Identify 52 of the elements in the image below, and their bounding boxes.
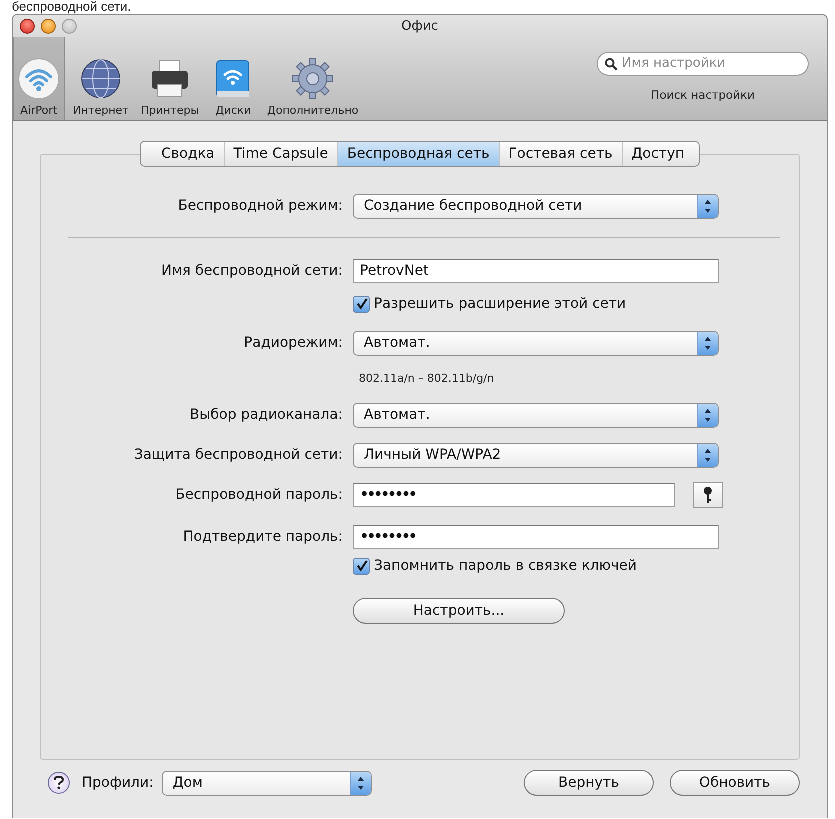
field-label: Имя беспроводной сети: [160,263,343,279]
checkbox[interactable] [353,296,370,312]
caption-text: беспроводной сети. [11,0,132,14]
stepper-icon [697,332,718,354]
search-field[interactable]: Имя настройки [597,52,809,76]
window-title: Офис [400,18,440,34]
popup-button[interactable]: Создание беспроводной сети [353,194,719,218]
question-icon [53,776,65,790]
toolbar-item[interactable]: Интернет [69,37,133,120]
tab[interactable]: Сводка [141,142,224,166]
field-label: Выбор радиоканала: [188,407,343,423]
minimize-button[interactable] [41,18,56,34]
stepper-icon [697,194,718,218]
toolbar-item[interactable]: Дополнительно [263,37,363,120]
password-field[interactable]: •••••••• [353,525,719,549]
configure-button[interactable]: Настроить... [353,598,565,624]
checkbox[interactable] [353,558,370,574]
popup-button[interactable]: Автомат. [353,330,719,356]
checkbox-label: Запомнить пароль в связке ключей [374,558,637,574]
stepper-icon [697,444,718,466]
help-button[interactable] [48,772,70,794]
toolbar-item[interactable]: Принтеры [136,37,204,120]
search-icon [605,58,618,70]
profiles-label: Профили: [82,775,154,791]
wifi-icon [17,57,61,101]
field-label: Радиорежим: [243,335,343,351]
key-button[interactable] [693,482,723,508]
field-label: Защита беспроводной сети: [133,447,343,463]
footer-button[interactable]: Вернуть [524,770,654,796]
tab[interactable]: Доступ [622,142,699,166]
field-label: Подтвердите пароль: [182,529,343,545]
close-button[interactable] [20,18,35,34]
mode-note: 802.11a/n – 802.11b/g/n [358,372,496,384]
toolbar-item[interactable]: Диски [207,37,260,120]
footer-button[interactable]: Обновить [670,770,800,796]
toolbar-item[interactable]: AirPort [13,37,65,120]
input-field[interactable]: PetrovNet [353,259,719,283]
tab[interactable]: Беспроводная сеть [337,142,499,166]
field-label: Беспроводной пароль: [174,487,343,503]
profile-popup[interactable]: Дом [162,770,372,796]
checkbox-label: Разрешить расширение этой сети [374,296,626,312]
password-field[interactable]: •••••••• [353,483,675,507]
stepper-icon [697,404,718,426]
stepper-icon [350,772,371,794]
popup-button[interactable]: Личный WPA/WPA2 [353,442,719,468]
tab[interactable]: Гостевая сеть [498,142,622,166]
field-label: Беспроводной режим: [177,198,343,214]
search-caption: Поиск настройки [651,88,755,102]
gear-icon [291,57,335,101]
popup-button[interactable]: Автомат. [353,402,719,428]
globe-icon [78,57,123,101]
key-icon [703,486,713,504]
